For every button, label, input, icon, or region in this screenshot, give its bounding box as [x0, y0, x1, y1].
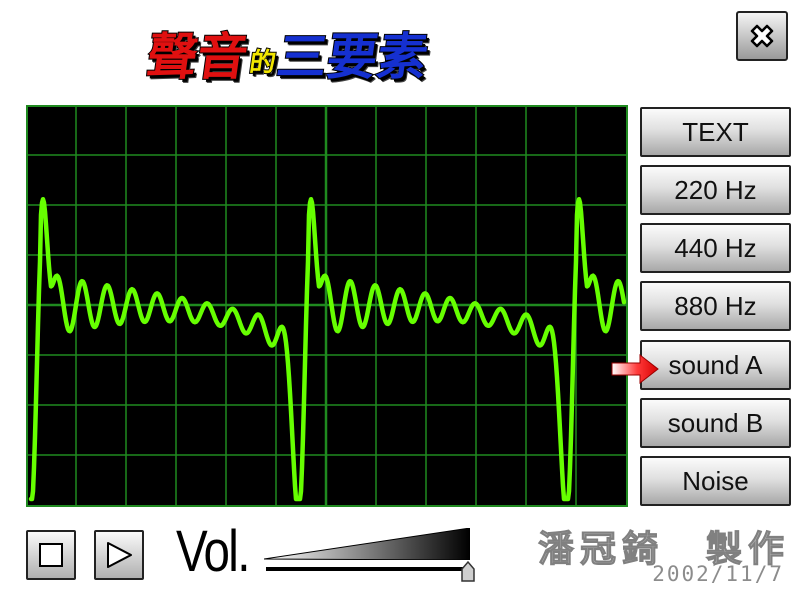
play-icon [107, 542, 132, 568]
880hz-button[interactable]: 880 Hz [640, 281, 791, 331]
app-title: 聲音 的 三要素 [142, 18, 432, 88]
text-button[interactable]: TEXT [640, 107, 791, 157]
volume-track[interactable] [266, 567, 470, 571]
close-icon [750, 24, 774, 48]
volume-slider-handle[interactable] [459, 560, 477, 582]
sound-a-button[interactable]: sound A [640, 340, 791, 390]
volume-label: Vol. [176, 519, 250, 584]
oscilloscope-display [26, 105, 628, 507]
title-part-2: 的 [247, 47, 279, 79]
date-label: 2002/11/7 [652, 562, 784, 586]
220hz-button[interactable]: 220 Hz [640, 165, 791, 215]
play-button[interactable] [94, 530, 144, 580]
440hz-button[interactable]: 440 Hz [640, 223, 791, 273]
noise-button[interactable]: Noise [640, 456, 791, 506]
title-part-1: 聲音 [142, 27, 252, 87]
close-button[interactable] [736, 11, 788, 61]
title-part-3: 三要素 [272, 27, 432, 87]
sound-b-button[interactable]: sound B [640, 398, 791, 448]
arrow-right-icon [611, 353, 659, 385]
stop-button[interactable] [26, 530, 76, 580]
volume-ramp [264, 528, 470, 560]
stop-icon [39, 543, 63, 567]
